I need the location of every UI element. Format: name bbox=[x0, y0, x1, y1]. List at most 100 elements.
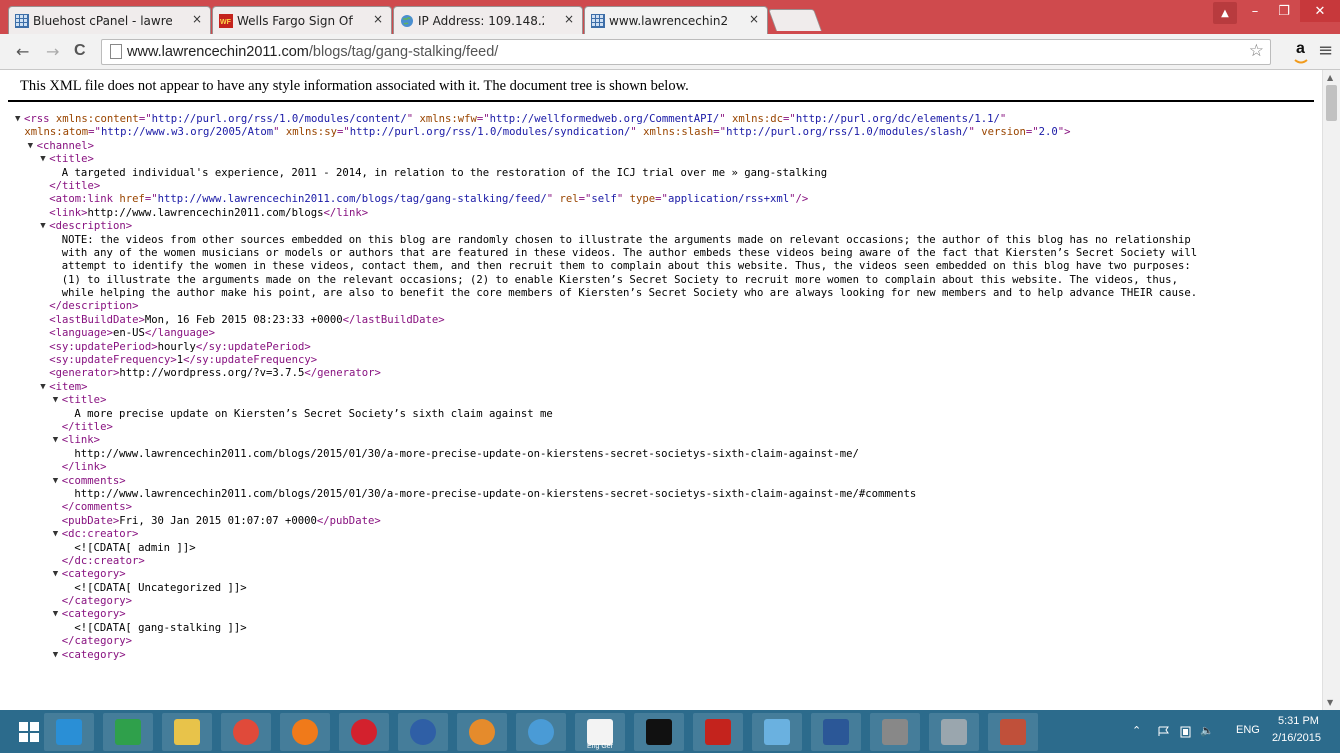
flag-icon[interactable] bbox=[1158, 726, 1172, 736]
xml-token: en-US bbox=[112, 327, 145, 340]
xml-line: while helping the author make his point,… bbox=[0, 287, 1320, 300]
scroll-up-arrow-icon[interactable]: ▲ bbox=[1327, 73, 1333, 82]
xml-line: <![CDATA[ Uncategorized ]]> bbox=[0, 582, 1320, 595]
close-icon[interactable]: × bbox=[192, 12, 202, 26]
xml-line: <link>http://www.lawrencechin2011.com/bl… bbox=[0, 207, 1320, 220]
xml-line-text: <sy:updateFrequency>1</sy:updateFrequenc… bbox=[49, 354, 317, 367]
generic-app-icon[interactable] bbox=[870, 713, 920, 751]
tray-chevron-icon[interactable]: ⌃ bbox=[1132, 724, 1141, 737]
xml-token: " bbox=[273, 126, 286, 139]
app-icon[interactable] bbox=[752, 713, 802, 751]
xml-line-text: <category> bbox=[62, 649, 126, 662]
xml-token: =" bbox=[655, 193, 668, 206]
firefox-icon[interactable] bbox=[280, 713, 330, 751]
xml-token: xmlns:wfw bbox=[419, 113, 477, 125]
back-button[interactable]: ← bbox=[16, 42, 29, 61]
xml-line: ▼ <description> bbox=[0, 220, 1320, 233]
xml-line-text: <item> bbox=[49, 381, 87, 394]
xml-token: xmlns:sy bbox=[285, 126, 337, 139]
close-icon[interactable]: × bbox=[749, 12, 759, 26]
xml-line: (1) to illustrate the arguments made on … bbox=[0, 274, 1320, 287]
acrobat-icon[interactable] bbox=[693, 713, 743, 751]
close-icon[interactable]: × bbox=[564, 12, 574, 26]
dictionary-icon[interactable]: Eng Ger bbox=[575, 713, 625, 751]
people-icon[interactable] bbox=[457, 713, 507, 751]
xml-line: ▼ <category> bbox=[0, 608, 1320, 621]
xml-line-text: </link> bbox=[62, 461, 107, 474]
scroll-down-arrow-icon[interactable]: ▼ bbox=[1327, 698, 1333, 707]
cmd-icon[interactable] bbox=[634, 713, 684, 751]
tab-lawrencechin[interactable]: www.lawrencechin2011.cc × bbox=[584, 6, 768, 35]
xml-line: <![CDATA[ gang-stalking ]]> bbox=[0, 622, 1320, 635]
menu-button[interactable]: ≡ bbox=[1318, 40, 1333, 61]
close-window-button[interactable]: ✕ bbox=[1300, 0, 1340, 22]
forward-button[interactable]: → bbox=[46, 42, 59, 61]
amazon-extension-icon[interactable]: a bbox=[1296, 40, 1305, 58]
xml-token: "> bbox=[1057, 126, 1071, 139]
xml-token: <link> bbox=[61, 434, 101, 447]
tab-bluehost[interactable]: Bluehost cPanel - lawrenc × bbox=[8, 6, 211, 34]
xml-line: xmlns:atom="http://www.w3.org/2005/Atom"… bbox=[0, 126, 1320, 139]
grid-favicon-icon bbox=[15, 14, 29, 28]
xml-token: " bbox=[719, 113, 733, 125]
paint-icon[interactable] bbox=[516, 713, 566, 751]
minimize-button[interactable]: – bbox=[1241, 0, 1269, 22]
xml-line-text: <lastBuildDate>Mon, 16 Feb 2015 08:23:33… bbox=[49, 314, 444, 327]
scrollbar-thumb[interactable] bbox=[1326, 85, 1337, 121]
xml-token: <generator> bbox=[49, 367, 120, 380]
tab-title: www.lawrencechin2011.cc bbox=[609, 14, 729, 28]
xml-token: version bbox=[981, 126, 1026, 139]
media-icon[interactable] bbox=[398, 713, 448, 751]
reload-button[interactable]: C bbox=[74, 42, 86, 60]
clock-date[interactable]: 2/16/2015 bbox=[1272, 732, 1321, 744]
store-icon[interactable] bbox=[103, 713, 153, 751]
xml-token: Mon, 16 Feb 2015 08:23:33 +0000 bbox=[144, 313, 343, 326]
tab-ip-address[interactable]: IP Address: 109.148.238.20 × bbox=[393, 6, 583, 34]
xml-token: http://www.lawrencechin2011.com/blogs bbox=[87, 206, 324, 219]
xml-token: http://wellformedweb.org/CommentAPI/ bbox=[489, 113, 720, 125]
tab-wells-fargo[interactable]: WF Wells Fargo Sign Off × bbox=[212, 6, 392, 34]
xml-line-text: </title> bbox=[49, 180, 100, 193]
word-icon[interactable] bbox=[811, 713, 861, 751]
internet-explorer-icon[interactable] bbox=[44, 713, 94, 751]
page-icon bbox=[110, 44, 122, 59]
opera-icon[interactable] bbox=[339, 713, 389, 751]
xml-token: </pubDate> bbox=[316, 514, 381, 527]
xml-line-text: <pubDate>Fri, 30 Jan 2015 01:07:07 +0000… bbox=[62, 515, 381, 528]
xml-line-text: NOTE: the videos from other sources embe… bbox=[62, 234, 1191, 247]
xml-line-text: xmlns:atom="http://www.w3.org/2005/Atom"… bbox=[18, 126, 1071, 139]
tab-title: Wells Fargo Sign Off bbox=[237, 13, 353, 28]
xml-line: </link> bbox=[0, 461, 1320, 474]
wells-fargo-favicon-icon: WF bbox=[219, 14, 233, 28]
address-bar[interactable]: www.lawrencechin2011.com/blogs/tag/gang-… bbox=[101, 39, 1271, 65]
bookmark-star-icon[interactable]: ☆ bbox=[1249, 41, 1264, 61]
xml-line-text: </dc:creator> bbox=[62, 555, 145, 568]
xml-notice: This XML file does not appear to have an… bbox=[20, 78, 689, 94]
xml-line-text: http://www.lawrencechin2011.com/blogs/20… bbox=[74, 448, 859, 461]
xml-token: </dc:creator> bbox=[61, 554, 145, 567]
new-tab-button[interactable] bbox=[767, 9, 823, 31]
battery-network-icon[interactable] bbox=[1180, 724, 1194, 738]
xml-token: <title> bbox=[61, 394, 107, 407]
xml-line-text: <title> bbox=[62, 394, 107, 407]
restore-button[interactable]: ❐ bbox=[1270, 0, 1298, 22]
clock-time[interactable]: 5:31 PM bbox=[1278, 715, 1319, 727]
vertical-scrollbar[interactable]: ▲ ▼ bbox=[1322, 70, 1340, 710]
xml-line: ▼ <title> bbox=[0, 394, 1320, 407]
xml-token: " bbox=[968, 126, 982, 139]
xml-line-text: <category> bbox=[62, 568, 126, 581]
user-profile-button[interactable]: ▲ bbox=[1213, 2, 1237, 24]
xml-line: http://www.lawrencechin2011.com/blogs/20… bbox=[0, 448, 1320, 461]
xml-token: <![CDATA[ admin ]]> bbox=[74, 541, 196, 554]
window-icon[interactable] bbox=[929, 713, 979, 751]
chrome-icon[interactable] bbox=[221, 713, 271, 751]
volume-icon[interactable]: 🔈 bbox=[1200, 724, 1214, 737]
close-icon[interactable]: × bbox=[373, 12, 383, 26]
xml-token: xmlns:dc bbox=[732, 113, 784, 125]
xml-line: </description> bbox=[0, 300, 1320, 313]
xml-token: with any of the women musicians or model… bbox=[61, 246, 1198, 259]
language-indicator[interactable]: ENG bbox=[1236, 724, 1260, 736]
calculator-icon[interactable] bbox=[988, 713, 1038, 751]
xml-token: <![CDATA[ gang-stalking ]]> bbox=[74, 621, 247, 634]
file-explorer-icon[interactable] bbox=[162, 713, 212, 751]
